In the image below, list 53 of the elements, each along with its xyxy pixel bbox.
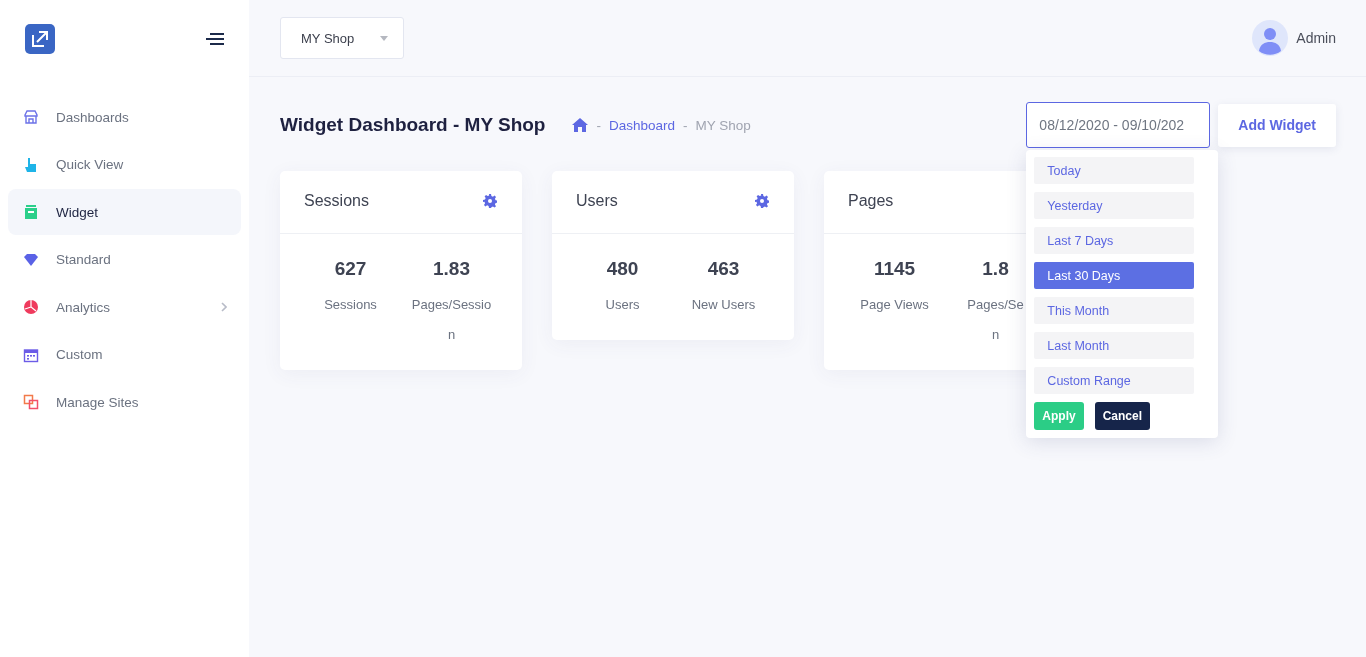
calendar-icon (23, 346, 39, 363)
add-widget-button[interactable]: Add Widget (1218, 103, 1336, 147)
squares-icon (23, 394, 39, 410)
logo-icon (24, 23, 56, 55)
stat-label: New Users (691, 296, 756, 314)
cancel-button[interactable]: Cancel (1094, 402, 1151, 430)
breadcrumb-separator: - (683, 117, 688, 133)
breadcrumb-item: MY Shop (695, 117, 751, 133)
shop-select[interactable]: MY Shop (280, 17, 404, 59)
store-icon (23, 109, 39, 125)
range-option[interactable]: Last 30 Days (1034, 262, 1195, 289)
stat-value: 1.8 (982, 258, 1009, 280)
pie-chart-icon (23, 299, 39, 315)
settings-icon[interactable] (483, 194, 497, 208)
range-option[interactable]: This Month (1034, 297, 1195, 324)
stat-value: 1.83 (433, 258, 470, 280)
range-option[interactable]: Last 7 Days (1034, 227, 1195, 254)
stat-label: Page Views (860, 296, 929, 314)
range-option[interactable]: Today (1034, 157, 1195, 184)
card-title: Sessions (304, 192, 369, 210)
user-name[interactable]: Admin (1296, 30, 1336, 46)
sidebar-item[interactable]: Standard (8, 236, 241, 283)
sidebar-item[interactable]: Dashboards (8, 94, 241, 140)
stat-label: Users (605, 296, 640, 314)
page-title: Widget Dashboard - MY Shop (280, 114, 546, 136)
sidebar-item[interactable]: Widget (8, 189, 241, 235)
breadcrumb-separator: - (596, 117, 601, 133)
sidebar-item[interactable]: Manage Sites (8, 379, 241, 425)
card-title: Pages (848, 192, 894, 210)
card-title: Users (576, 192, 618, 210)
home-icon[interactable] (572, 118, 589, 132)
menu-icon[interactable] (205, 31, 225, 47)
breadcrumb-item[interactable]: Dashboard (609, 117, 676, 133)
sidebar-item[interactable]: Analytics (8, 284, 241, 330)
stat-label: Sessions (324, 296, 377, 314)
stat-value: 463 (707, 258, 740, 280)
stat-value: 480 (606, 258, 639, 280)
avatar-icon[interactable] (1252, 20, 1289, 56)
stat-label: Pages/Se n (967, 296, 1024, 344)
range-option[interactable]: Last Month (1034, 332, 1195, 359)
stat-label: Pages/Sessio n (411, 296, 492, 344)
box-icon (23, 204, 39, 220)
settings-icon[interactable] (755, 194, 769, 208)
range-option[interactable]: Custom Range (1034, 367, 1195, 394)
date-range-field[interactable]: 08/12/2020 - 09/10/202 (1026, 102, 1211, 148)
sidebar-item[interactable]: Quick View (8, 141, 241, 188)
stat-value: 627 (334, 258, 367, 280)
range-option[interactable]: Yesterday (1034, 192, 1195, 219)
hand-icon (23, 156, 39, 173)
caret-icon (380, 35, 388, 41)
sidebar-item[interactable]: Custom (8, 331, 241, 378)
gem-icon (23, 251, 39, 268)
stat-value: 1145 (873, 258, 916, 280)
